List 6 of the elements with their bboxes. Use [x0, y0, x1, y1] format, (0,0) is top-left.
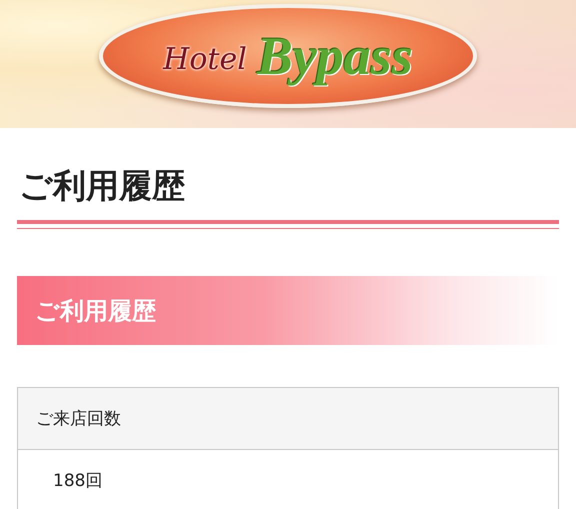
logo-word: Bypass [256, 25, 413, 87]
page-title: ご利用履歴 [18, 165, 186, 207]
table-cell-text: 188回 [53, 470, 102, 492]
section-heading: ご利用履歴 [35, 296, 156, 326]
header-label: ご来店回数 [36, 408, 121, 430]
logo-word: Hotel [163, 42, 247, 76]
